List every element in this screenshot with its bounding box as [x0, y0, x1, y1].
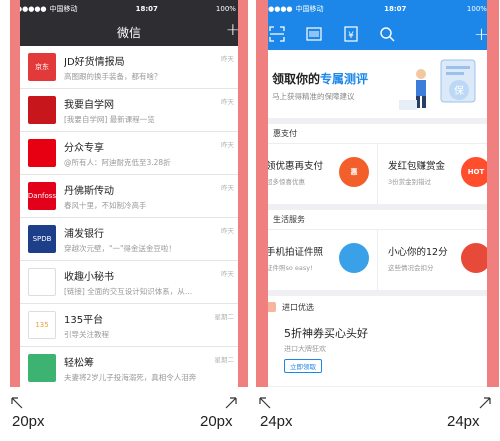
avatar: SPDB: [28, 225, 56, 253]
page-title: 微信: [116, 25, 141, 40]
left-margin-highlight: [256, 0, 268, 387]
chat-preview: 引导关注教程: [64, 329, 109, 339]
promo-banner[interactable]: 领取你的专属测评 马上获得精准的保障建议 保: [256, 50, 499, 118]
card-icon: [339, 243, 369, 273]
claim-button[interactable]: 立即领取: [284, 359, 322, 373]
arrow-icon: [11, 397, 23, 409]
alipay-screen: ●●●●● 中国移动 18:07 100% ▮ ¥ + 领取你的专属测评 马上获…: [256, 0, 499, 387]
chat-time: 昨天: [221, 55, 234, 63]
chat-time: 昨天: [221, 98, 234, 106]
avatar: [28, 139, 56, 167]
left-margin-label: 24px: [260, 413, 293, 430]
chat-time: 昨天: [221, 270, 234, 278]
chat-row[interactable]: SPDB 浦发银行 穿越次元壁，"一"得金送金豆啦！ 昨天: [10, 218, 248, 261]
imported-goods-section[interactable]: 进口优选 5折神券买心头好 进口大牌狂欢 立即领取: [256, 296, 499, 386]
jinkou-subtitle: 进口大牌狂欢: [284, 345, 326, 353]
service-card[interactable]: 小心你的12分 这些情况会扣分: [378, 230, 499, 290]
chat-preview: 夫妻将2岁儿子投海溺死，真相令人泪奔: [64, 372, 197, 382]
avatar: 135: [28, 311, 56, 339]
avatar: [28, 268, 56, 296]
section-title: 进口优选: [282, 303, 314, 312]
chat-time: 昨天: [221, 227, 234, 235]
carrier-label: ●●●●● 中国移动: [262, 5, 324, 13]
arrow-icon: [225, 397, 237, 409]
chat-time: 昨天: [221, 184, 234, 192]
carrier-label: ●●●●● 中国移动: [16, 5, 78, 13]
chat-row[interactable]: 轻松筹 夫妻将2岁儿子投海溺死，真相令人泪奔 星期二: [10, 347, 248, 387]
avatar: [28, 354, 56, 382]
right-margin-label: 20px: [200, 413, 233, 430]
left-margin-label: 20px: [12, 413, 45, 430]
section-title: 生活服务: [273, 215, 305, 224]
section-title: 惠支付: [273, 129, 297, 138]
arrow-icon: [259, 397, 271, 409]
avatar: Danfoss: [28, 182, 56, 210]
barcode-icon[interactable]: [305, 25, 323, 43]
avatar: 京东: [28, 53, 56, 81]
chat-list: 京东 JD好货情报局 高图跟的换手装备，都有啥？ 昨天 我要自学网 [我要自学网] 最新课…: [10, 46, 248, 387]
right-margin-label: 24px: [447, 413, 480, 430]
jinkou-title: 5折神券买心头好: [284, 327, 368, 340]
clock: 18:07: [135, 5, 158, 13]
avatar: [28, 96, 56, 124]
chat-row[interactable]: 收趣小秘书 [链接] 全面的交互设计知识体系，从… 昨天: [10, 261, 248, 304]
chat-preview: 春风十里，不如制冷高手: [64, 200, 147, 210]
chat-time: 星期二: [214, 313, 235, 321]
clock: 18:07: [384, 5, 407, 13]
chat-preview: 穿越次元壁，"一"得金送金豆啦！: [64, 243, 176, 253]
left-margin-highlight: [10, 0, 20, 387]
yuan-icon[interactable]: ¥: [342, 25, 360, 43]
status-bar: ●●●●● 中国移动 18:07 100% ▮: [10, 0, 248, 18]
svg-text:¥: ¥: [348, 31, 354, 41]
chat-time: 星期二: [214, 356, 235, 364]
alipay-toolbar: ¥ +: [256, 18, 499, 50]
signal-icon: ●●●●●: [16, 5, 47, 13]
scan-icon[interactable]: [268, 25, 286, 43]
chat-row[interactable]: 135 135平台 引导关注教程 星期二: [10, 304, 248, 347]
chat-row[interactable]: 分众专享 @所有人：阿迪耐克低至3.28折 昨天: [10, 132, 248, 175]
arrow-icon: [479, 397, 491, 409]
card-icon: 惠: [339, 157, 369, 187]
svg-text:保: 保: [454, 84, 464, 97]
search-icon[interactable]: [378, 25, 396, 43]
insurance-illustration: 保: [391, 56, 483, 114]
chat-preview: @所有人：阿迪耐克低至3.28折: [64, 157, 171, 167]
chat-row[interactable]: 京东 JD好货情报局 高图跟的换手装备，都有啥？ 昨天: [10, 46, 248, 89]
wechat-screen: ●●●●● 中国移动 18:07 100% ▮ 微信 + 京东JD好货情报局高图…: [10, 0, 248, 387]
service-section: 惠支付领优惠再支付 超多惊喜优惠惠发红包赚赏金 3份赏金别错过 HOT: [256, 124, 499, 204]
chat-preview: 高图跟的换手装备，都有啥？: [64, 71, 162, 81]
right-margin-highlight: [487, 0, 499, 387]
service-card[interactable]: 领优惠再支付 超多惊喜优惠惠: [256, 144, 378, 204]
status-bar: ●●●●● 中国移动 18:07 100% ▮: [256, 0, 499, 18]
wechat-header: 微信 +: [10, 18, 248, 46]
chat-preview: [链接] 全面的交互设计知识体系，从…: [64, 286, 193, 296]
chat-preview: [我要自学网] 最新课程一览: [64, 114, 155, 124]
service-card[interactable]: 手机拍证件照 证件照so easy!: [256, 230, 378, 290]
service-section: 生活服务手机拍证件照 证件照so easy! 小心你的12分 这些情况会扣分: [256, 210, 499, 290]
service-card[interactable]: 发红包赚赏金 3份赏金别错过 HOT: [378, 144, 499, 204]
chat-row[interactable]: 我要自学网 [我要自学网] 最新课程一览 昨天: [10, 89, 248, 132]
chat-row[interactable]: Danfoss 丹佛斯传动 春风十里，不如制冷高手 昨天: [10, 175, 248, 218]
right-margin-highlight: [238, 0, 248, 387]
chat-time: 昨天: [221, 141, 234, 149]
